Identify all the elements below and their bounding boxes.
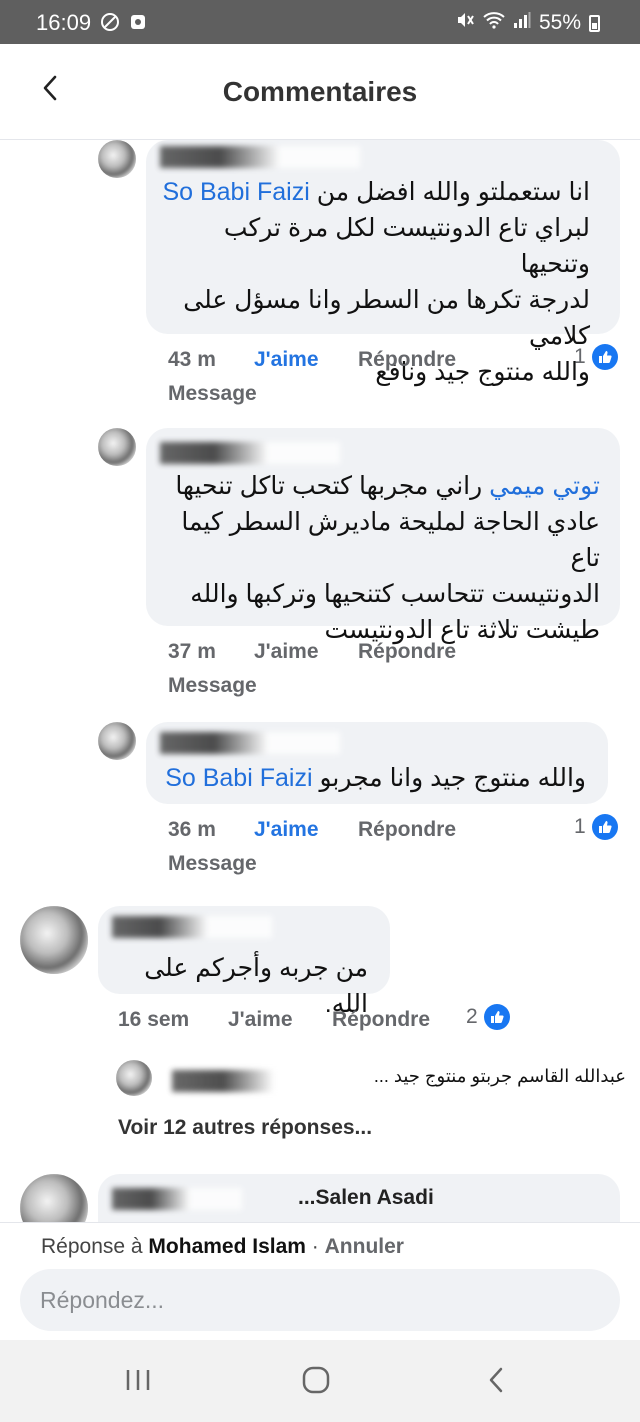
like-button[interactable]: J'aime [228, 1008, 293, 1032]
mention-link[interactable]: So Babi Faizi [165, 764, 312, 792]
home-button[interactable] [286, 1362, 346, 1402]
comment-bubble[interactable]: والله منتوج جيد وانا مجربو So Babi Faizi [146, 722, 608, 804]
reply-preview-text: عبدالله القاسم جربتو منتوج جيد ... [373, 1066, 626, 1086]
comment-time: 37 m [168, 640, 216, 663]
nav-back-icon [486, 1366, 506, 1399]
mute-icon [455, 10, 475, 36]
author-name-redacted [160, 732, 340, 754]
replying-to-name: Mohamed Islam [148, 1235, 306, 1258]
mention-link[interactable]: توتي ميمي [489, 472, 600, 500]
reaction-count[interactable]: 2 [466, 1004, 510, 1030]
comment-bubble[interactable]: توتي ميمي راني مجربها كتحب تاكل تنحيها ع… [146, 428, 620, 644]
comment-bubble[interactable]: من جربه وأجركم على الله. [98, 906, 390, 1018]
author-name-redacted [112, 916, 272, 938]
comment-bubble[interactable]: انا ستعملتو والله افضل من So Babi Faizi … [146, 140, 620, 386]
reply-button[interactable]: Répondre [332, 1008, 430, 1032]
avatar[interactable] [98, 140, 136, 178]
dnd-icon [100, 12, 120, 32]
mention-link[interactable]: So Babi Faizi [162, 178, 309, 206]
message-button[interactable]: Message [168, 852, 257, 876]
message-button[interactable]: Message [168, 674, 257, 698]
system-nav-bar [0, 1340, 640, 1422]
battery-icon [589, 14, 600, 32]
home-icon [301, 1365, 331, 1400]
page-title: Commentaires [222, 76, 418, 107]
comment-time: 43 m [168, 348, 216, 371]
cancel-reply-button[interactable]: Annuler [325, 1235, 404, 1258]
status-time: 16:09 [36, 10, 92, 35]
author-name-redacted [160, 442, 340, 464]
status-bar: 16:09 55% [0, 0, 640, 44]
avatar[interactable] [98, 428, 136, 466]
reply-preview[interactable]: عبدالله القاسم جربتو منتوج جيد ... [116, 1058, 626, 1098]
replying-to-bar: Réponse à Mohamed Islam · Annuler [41, 1235, 404, 1258]
more-replies-link[interactable]: Voir 12 autres réponses... [118, 1116, 372, 1140]
header: Commentaires [0, 44, 640, 140]
reply-button[interactable]: Répondre [358, 348, 456, 372]
status-right: 55% [455, 10, 600, 36]
author-name-redacted [112, 1188, 242, 1210]
avatar[interactable] [20, 1174, 88, 1222]
message-button[interactable]: Message [168, 382, 257, 406]
reply-input[interactable] [20, 1269, 620, 1331]
comment-time: 16 sem [118, 1008, 190, 1031]
battery-text: 55% [538, 11, 581, 34]
like-button[interactable]: J'aime [254, 818, 319, 842]
comment-list[interactable]: انا ستعملتو والله افضل من So Babi Faizi … [0, 140, 640, 1222]
recent-apps-icon [124, 1367, 152, 1398]
avatar[interactable] [98, 722, 136, 760]
wifi-icon [483, 11, 505, 35]
comment-text: توتي ميمي راني مجربها كتحب تاكل تنحيها ع… [175, 472, 600, 644]
author-name-redacted [160, 146, 360, 168]
notification-icon [130, 12, 146, 32]
nav-back-button[interactable] [466, 1362, 526, 1402]
reply-composer: Réponse à Mohamed Islam · Annuler [0, 1222, 640, 1340]
comment-bubble[interactable]: ...Salen Asadi [98, 1174, 620, 1222]
author-name: ...Salen Asadi [298, 1186, 434, 1209]
reaction-count[interactable]: 1 [574, 344, 618, 370]
recent-apps-button[interactable] [108, 1362, 168, 1402]
reply-button[interactable]: Répondre [358, 640, 456, 664]
like-button[interactable]: J'aime [254, 640, 319, 664]
reaction-count[interactable]: 1 [574, 814, 618, 840]
like-button[interactable]: J'aime [254, 348, 319, 372]
reply-button[interactable]: Répondre [358, 818, 456, 842]
comment-time: 36 m [168, 818, 216, 841]
thumbs-up-icon [591, 814, 618, 840]
signal-icon [513, 11, 531, 35]
comment-text: والله منتوج جيد وانا مجربو So Babi Faizi [165, 764, 586, 792]
thumbs-up-icon [483, 1004, 510, 1030]
author-name-redacted [172, 1070, 342, 1092]
avatar[interactable] [20, 906, 88, 974]
thumbs-up-icon [591, 344, 618, 370]
avatar [116, 1060, 152, 1096]
